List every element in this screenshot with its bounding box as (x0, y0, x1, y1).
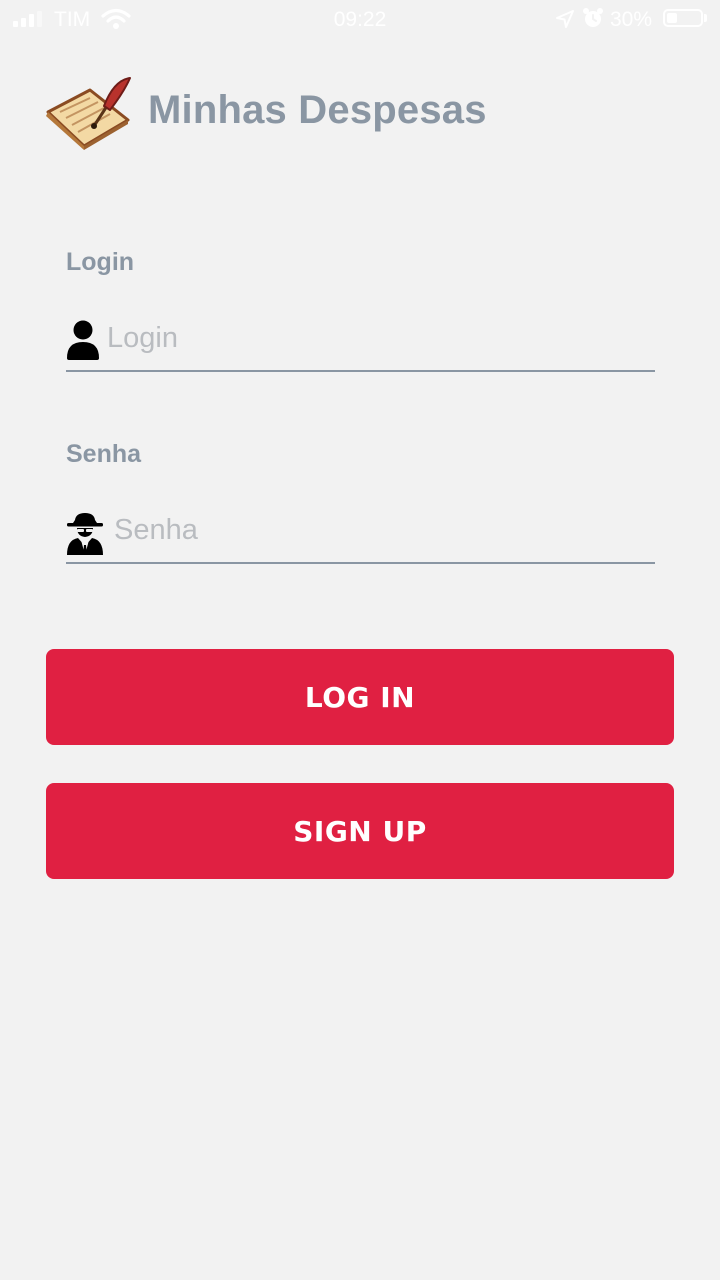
location-arrow-icon (555, 9, 575, 35)
password-input[interactable] (114, 508, 655, 552)
login-button[interactable]: LOG IN (46, 649, 674, 745)
battery-level-fill (667, 13, 677, 23)
login-label: Login (66, 248, 135, 276)
status-bar: TIM 09:22 30% (0, 0, 720, 40)
login-field[interactable] (66, 308, 655, 372)
login-input[interactable] (107, 316, 655, 360)
app-title: Minhas Despesas (148, 88, 487, 132)
notepad-quill-icon (44, 76, 132, 150)
user-icon (66, 320, 100, 365)
battery-percent: 30% (610, 8, 653, 31)
battery-nub (704, 14, 707, 22)
password-field[interactable] (66, 500, 655, 564)
password-label: Senha (66, 440, 142, 468)
battery-icon (663, 9, 703, 27)
signup-button[interactable]: SIGN UP (46, 783, 674, 879)
alarm-icon (582, 7, 604, 35)
spy-icon (66, 512, 104, 561)
